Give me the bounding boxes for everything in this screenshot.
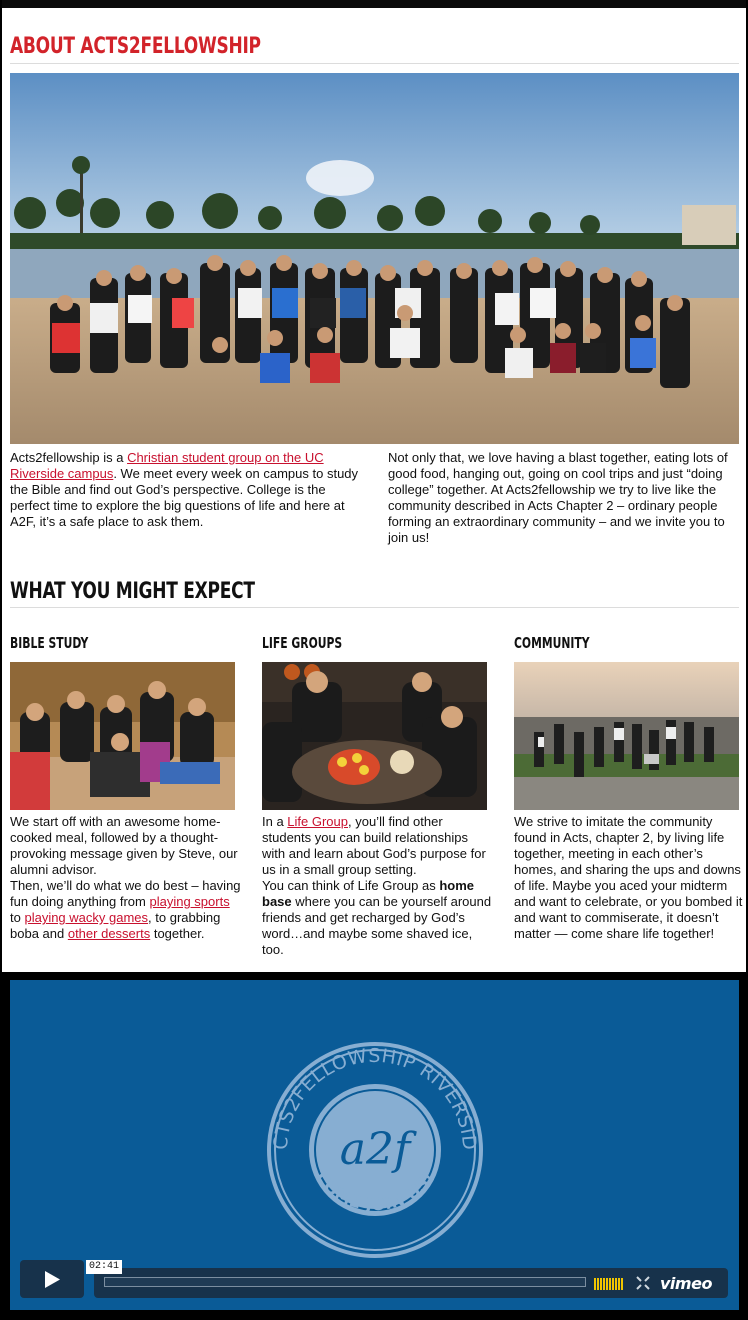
video-player[interactable]: ACTS2FELLOWSHIP RIVERSIDE COME JOIN US! …: [10, 980, 739, 1310]
about-paragraph-right: Not only that, we love having a blast to…: [388, 450, 728, 545]
volume-control[interactable]: [594, 1277, 628, 1290]
life-groups-text-3: You can think of Life Group as: [262, 878, 440, 893]
wacky-games-link[interactable]: playing wacky games: [24, 910, 148, 925]
bible-study-photo: [10, 662, 235, 810]
community-photo: [514, 662, 739, 810]
life-groups-text: In a Life Group, you’ll find other stude…: [262, 814, 494, 958]
divider: [10, 607, 739, 608]
expect-heading: WHAT YOU MIGHT EXPECT: [10, 579, 255, 604]
community-heading: COMMUNITY: [514, 634, 590, 652]
other-desserts-link[interactable]: other desserts: [68, 926, 150, 941]
fullscreen-icon[interactable]: [636, 1276, 650, 1290]
life-groups-text-1: In a: [262, 814, 288, 829]
bible-study-text: We start off with an awesome home-cooked…: [10, 814, 242, 942]
bible-study-text-5: together.: [150, 926, 205, 941]
playing-sports-link[interactable]: playing sports: [149, 894, 229, 909]
community-text: We strive to imitate the community found…: [514, 814, 743, 941]
about-paragraph-left: Acts2fellowship is a Christian student g…: [10, 450, 364, 530]
about-heading: ABOUT ACTS2FELLOWSHIP: [10, 34, 261, 59]
divider: [10, 63, 739, 64]
play-button[interactable]: [20, 1260, 84, 1298]
life-groups-heading: LIFE GROUPS: [262, 634, 343, 652]
life-groups-photo: [262, 662, 487, 810]
control-bar: vimeo: [94, 1268, 728, 1298]
a2f-seal: ACTS2FELLOWSHIP RIVERSIDE COME JOIN US! …: [258, 1023, 485, 1260]
bible-study-text-3: to: [10, 910, 25, 925]
play-icon: [45, 1271, 60, 1288]
bible-study-heading: BIBLE STUDY: [10, 634, 89, 652]
time-readout: 02:41: [86, 1260, 123, 1274]
content-panel: ABOUT ACTS2FELLOWSHIP Acts2fellowship is…: [2, 0, 746, 972]
about-left-text: Acts2fellowship is a: [10, 450, 128, 465]
bible-study-text-1: We start off with an awesome home-cooked…: [10, 814, 238, 877]
vimeo-logo[interactable]: vimeo: [660, 1274, 712, 1293]
life-groups-text-4: where you can be yourself around friends…: [262, 894, 492, 957]
progress-track[interactable]: [104, 1277, 586, 1287]
hero-group-photo: [10, 73, 739, 444]
page: ABOUT ACTS2FELLOWSHIP Acts2fellowship is…: [0, 0, 748, 1320]
seal-center-text: a2f: [340, 1124, 417, 1175]
life-group-link[interactable]: Life Group: [287, 814, 348, 829]
